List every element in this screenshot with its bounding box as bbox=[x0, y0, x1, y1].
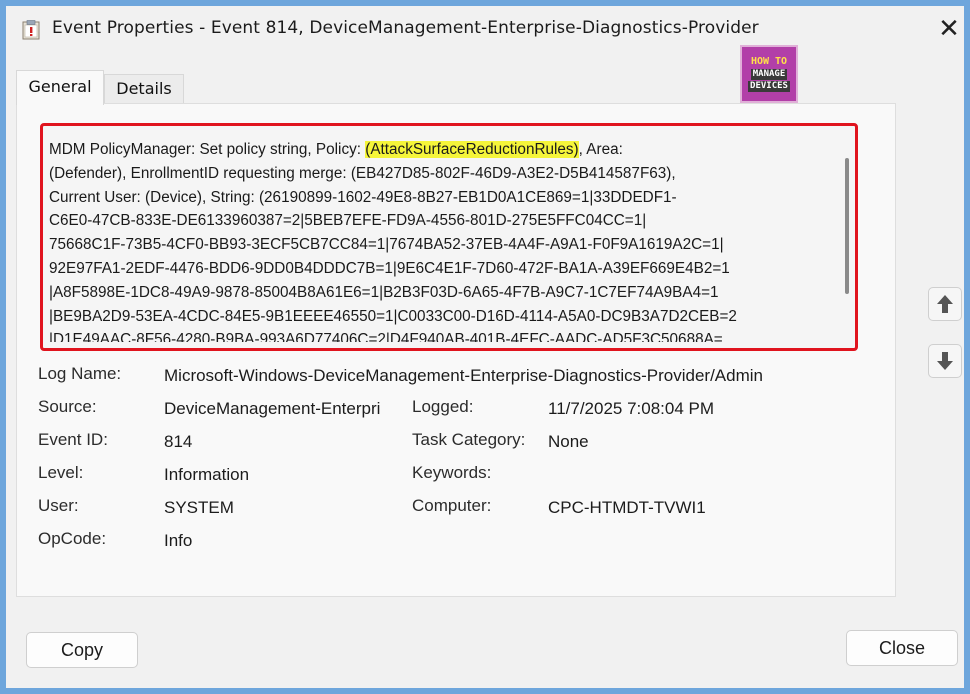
description-line: |D1E49AAC-8F56-4280-B9BA-993A6D77406C=2|… bbox=[49, 331, 723, 342]
user-value: SYSTEM bbox=[164, 498, 234, 517]
copy-button[interactable]: Copy bbox=[26, 632, 138, 668]
window-title: Event Properties - Event 814, DeviceMana… bbox=[52, 18, 759, 38]
description-line: MDM PolicyManager: Set policy string, Po… bbox=[49, 141, 623, 158]
logo-line-2: MANAGE bbox=[750, 69, 788, 80]
level-value: Information bbox=[164, 465, 250, 484]
description-line: Current User: (Device), String: (2619089… bbox=[49, 188, 677, 206]
previous-event-button[interactable] bbox=[928, 287, 962, 321]
event-description-text: MDM PolicyManager: Set policy string, Po… bbox=[49, 138, 835, 342]
opcode-value: Info bbox=[164, 531, 193, 550]
event-description-box[interactable]: MDM PolicyManager: Set policy string, Po… bbox=[40, 123, 858, 351]
description-scrollbar[interactable] bbox=[843, 158, 851, 294]
opcode-label: OpCode: bbox=[38, 529, 107, 548]
description-line: 92E97FA1-2EDF-4476-BDD6-9DD0B4DDDC7B=1|9… bbox=[49, 259, 730, 277]
logo-line-1: HOW TO bbox=[750, 56, 788, 67]
arrow-down-icon bbox=[937, 352, 953, 370]
next-event-button[interactable] bbox=[928, 344, 962, 378]
description-line: C6E0-47CB-833E-DE6133960387=2|5BEB7EFE-F… bbox=[49, 212, 647, 230]
howto-manage-devices-logo: HOW TO MANAGE DEVICES bbox=[740, 45, 798, 103]
close-button[interactable]: Close bbox=[846, 630, 958, 666]
description-line: |BE9BA2D9-53EA-4CDC-84E5-9B1EEEE46550=1|… bbox=[49, 307, 737, 325]
logo-line-3: DEVICES bbox=[748, 81, 790, 92]
description-line: (Defender), EnrollmentID requesting merg… bbox=[49, 164, 676, 182]
tab-details[interactable]: Details bbox=[104, 74, 184, 104]
description-line: |A8F5898E-1DC8-49A9-9878-85004B8A61E6=1|… bbox=[49, 283, 719, 301]
task-category-value: None bbox=[548, 432, 589, 451]
logged-label: Logged: bbox=[412, 397, 474, 416]
source-label: Source: bbox=[38, 397, 97, 416]
tab-general[interactable]: General bbox=[16, 70, 104, 105]
title-bar: Event Properties - Event 814, DeviceMana… bbox=[6, 6, 964, 50]
arrow-up-icon bbox=[937, 295, 953, 313]
computer-label: Computer: bbox=[412, 496, 492, 515]
source-value: DeviceManagement-Enterpri bbox=[164, 399, 381, 418]
scrollbar-thumb[interactable] bbox=[845, 158, 849, 294]
event-properties-dialog: Event Properties - Event 814, DeviceMana… bbox=[6, 6, 964, 688]
keywords-label: Keywords: bbox=[412, 463, 492, 482]
event-viewer-icon bbox=[22, 20, 40, 40]
description-line: 75668C1F-73B5-4CF0-BB93-3ECF5CB7CC84=1|7… bbox=[49, 236, 724, 254]
computer-value: CPC-HTMDT-TVWI1 bbox=[548, 498, 706, 517]
highlighted-policy: (AttackSurfaceReductionRules) bbox=[365, 141, 579, 158]
log-name-value: Microsoft-Windows-DeviceManagement-Enter… bbox=[164, 366, 763, 385]
log-name-label: Log Name: bbox=[38, 364, 122, 383]
event-id-label: Event ID: bbox=[38, 430, 108, 449]
level-label: Level: bbox=[38, 463, 84, 482]
task-category-label: Task Category: bbox=[412, 430, 526, 449]
logged-value: 11/7/2025 7:08:04 PM bbox=[548, 399, 715, 418]
close-window-icon[interactable]: ✕ bbox=[936, 16, 962, 42]
event-id-value: 814 bbox=[164, 432, 193, 451]
user-label: User: bbox=[38, 496, 79, 515]
